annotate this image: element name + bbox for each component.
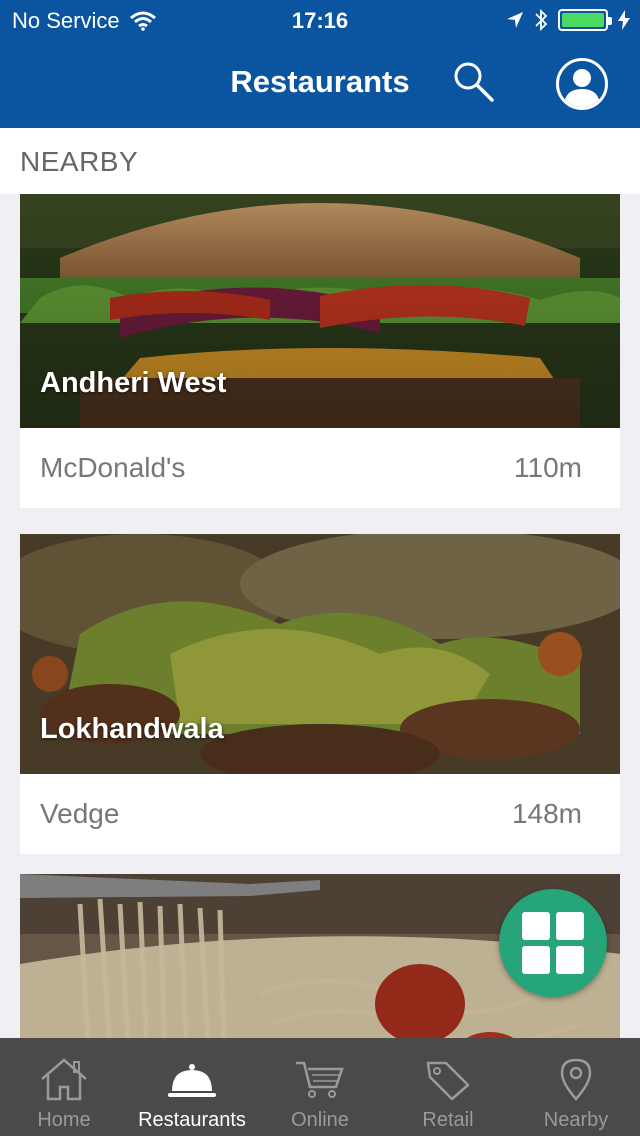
home-icon	[41, 1058, 87, 1101]
status-right	[506, 8, 630, 32]
status-bar: No Service 17:16	[0, 0, 640, 40]
tab-label: Nearby	[543, 1109, 609, 1131]
cloche-icon	[168, 1064, 216, 1097]
tab-label: Online	[291, 1109, 349, 1131]
tab-retail[interactable]: Retail	[384, 1038, 512, 1136]
tab-online[interactable]: Online	[256, 1038, 384, 1136]
restaurant-distance: 148m	[511, 798, 582, 829]
tab-nearby[interactable]: Nearby	[512, 1038, 640, 1136]
card-area-label: Lokhandwala	[40, 713, 224, 745]
top-bar: No Service 17:16 Restaurants	[0, 0, 640, 128]
card-image-stir-fry: Lokhandwala	[20, 534, 620, 774]
grid-icon	[522, 946, 550, 974]
bluetooth-icon	[535, 8, 548, 32]
tag-icon	[426, 1061, 470, 1101]
cart-icon	[296, 1061, 344, 1098]
card-info: McDonald's 110m	[20, 428, 620, 508]
grid-icon	[522, 912, 550, 940]
grid-icon	[556, 946, 584, 974]
tab-home[interactable]: Home	[0, 1038, 128, 1136]
grid-icon	[556, 912, 584, 940]
tab-label: Retail	[422, 1109, 474, 1131]
restaurant-name: Vedge	[40, 798, 120, 829]
profile-icon[interactable]	[556, 58, 608, 110]
search-icon[interactable]	[452, 60, 496, 104]
restaurant-card[interactable]: Lokhandwala Vedge 148m	[20, 534, 620, 854]
location-arrow-icon	[507, 12, 523, 28]
section-label-nearby: NEARBY	[0, 128, 640, 194]
page-title: Restaurants	[230, 64, 410, 99]
restaurant-name: McDonald's	[40, 452, 186, 483]
battery-fill	[562, 13, 604, 27]
location-pin-icon	[560, 1058, 592, 1101]
card-image-burger: Andheri West	[20, 194, 620, 428]
grid-menu-button[interactable]	[499, 889, 607, 997]
charging-bolt-icon	[618, 10, 630, 30]
tab-label: Restaurants	[138, 1109, 246, 1131]
card-info: Vedge 148m	[20, 774, 620, 854]
tab-restaurants[interactable]: Restaurants	[128, 1038, 256, 1136]
battery-icon	[558, 9, 612, 31]
restaurant-card[interactable]: Andheri West McDonald's 110m	[20, 194, 620, 508]
tab-label: Home	[37, 1109, 91, 1131]
restaurant-distance: 110m	[514, 452, 582, 483]
card-area-label: Andheri West	[40, 367, 227, 399]
tab-bar: Home Restaurants Online Retail Nearby	[0, 1038, 640, 1136]
